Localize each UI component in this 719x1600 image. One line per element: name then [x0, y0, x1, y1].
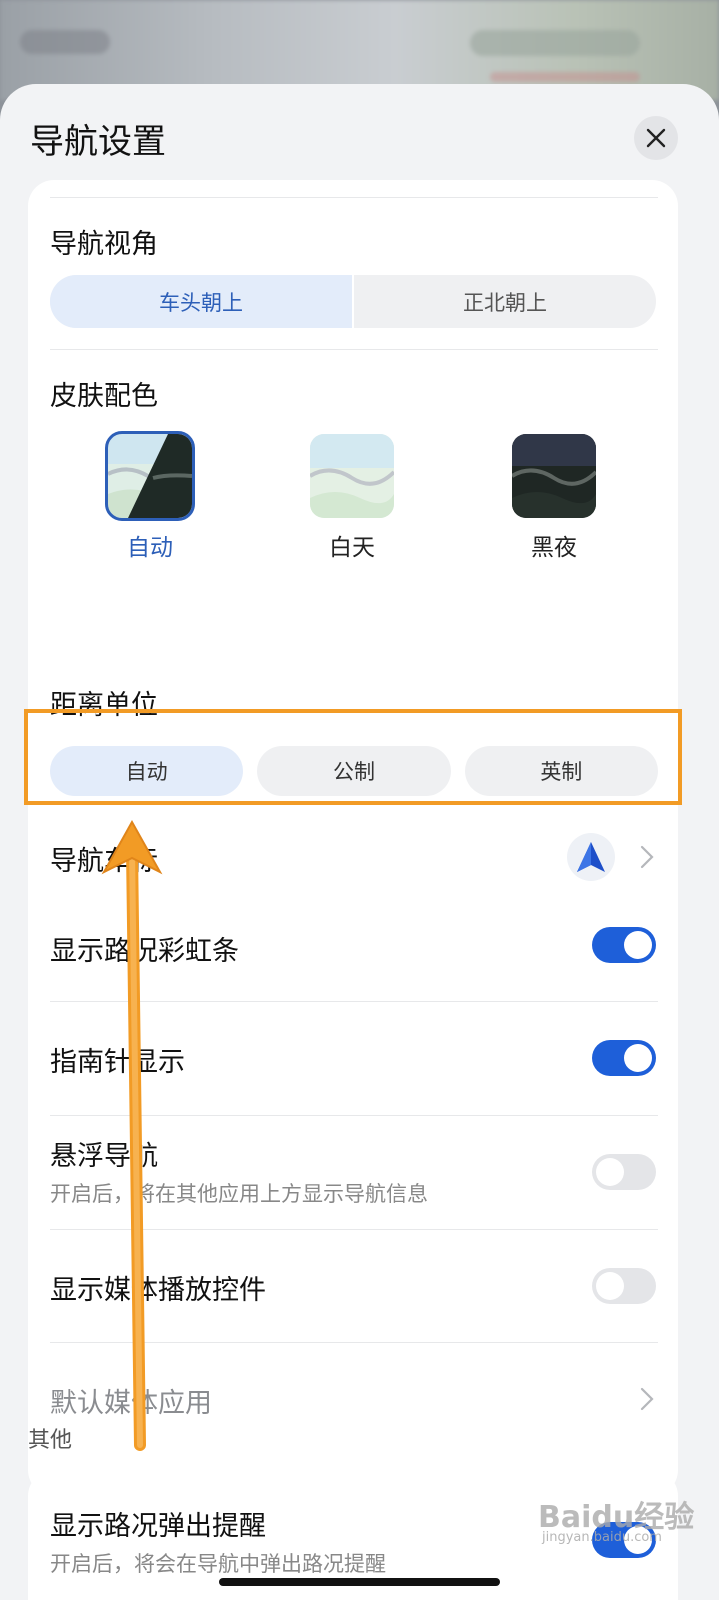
view-angle-option-heading-up[interactable]: 车头朝上: [50, 275, 352, 328]
skin-day-thumbnail: [310, 434, 394, 518]
skin-color-label: 皮肤配色: [50, 381, 158, 412]
floating-nav-label: 悬浮导航: [50, 1141, 158, 1172]
media-controls-label: 显示媒体播放控件: [50, 1275, 266, 1306]
chevron-right-icon: [640, 1387, 654, 1411]
home-indicator[interactable]: [219, 1578, 500, 1586]
toggle-knob: [596, 1158, 624, 1186]
sheet-header: 导航设置: [0, 84, 719, 184]
other-section-label: 其他: [28, 1428, 73, 1453]
map-auto-icon: [108, 434, 192, 518]
settings-sheet: 导航设置 导航视角 车头朝上 正北朝上 皮肤配色 自动 白天 黑夜 距离单位 自…: [0, 84, 719, 1600]
car-icon-row[interactable]: 导航车标: [28, 809, 678, 905]
close-icon: [646, 128, 666, 148]
default-media-app-label: 默认媒体应用: [50, 1388, 212, 1419]
sheet-title: 导航设置: [30, 122, 166, 162]
blue-arrow-icon: [577, 842, 605, 872]
skin-auto-label: 自动: [127, 535, 173, 561]
toggle-knob: [624, 1044, 652, 1072]
skin-auto-thumbnail: [105, 431, 195, 521]
watermark-url: jingyan.baidu.com: [542, 1530, 662, 1545]
traffic-popup-label: 显示路况弹出提醒: [50, 1511, 266, 1542]
skin-option-night[interactable]: 黑夜: [494, 434, 614, 562]
divider: [50, 197, 658, 198]
compass-label: 指南针显示: [50, 1047, 185, 1078]
floating-nav-description: 开启后，将在其他应用上方显示导航信息: [50, 1182, 428, 1206]
traffic-popup-description: 开启后，将会在导航中弹出路况提醒: [50, 1552, 386, 1576]
map-day-icon: [310, 434, 394, 518]
floating-nav-toggle[interactable]: [592, 1154, 656, 1190]
blurred-shape: [470, 30, 640, 56]
view-angle-option-north-up[interactable]: 正北朝上: [354, 275, 656, 328]
toggle-knob: [624, 931, 652, 959]
traffic-rainbow-toggle[interactable]: [592, 927, 656, 963]
blurred-shape: [490, 72, 640, 82]
skin-option-auto[interactable]: 自动: [90, 431, 210, 562]
view-angle-label: 导航视角: [50, 229, 158, 260]
highlight-box: [24, 709, 682, 805]
settings-card: 导航视角 车头朝上 正北朝上 皮肤配色 自动 白天 黑夜 距离单位 自动 公制 …: [28, 180, 678, 1496]
compass-row: 指南针显示: [28, 1002, 678, 1115]
car-icon-preview: [567, 833, 615, 881]
chevron-right-icon: [640, 845, 654, 869]
skin-day-label: 白天: [329, 535, 375, 561]
view-angle-segment: 车头朝上 正北朝上: [50, 275, 656, 328]
floating-nav-row: 悬浮导航 开启后，将在其他应用上方显示导航信息: [28, 1116, 678, 1229]
skin-option-day[interactable]: 白天: [292, 434, 412, 562]
watermark: Baidu经验 jingyan.baidu.com: [538, 1492, 708, 1552]
blurred-shape: [20, 30, 110, 54]
compass-toggle[interactable]: [592, 1040, 656, 1076]
traffic-rainbow-label: 显示路况彩虹条: [50, 936, 239, 967]
toggle-knob: [596, 1272, 624, 1300]
skin-night-label: 黑夜: [531, 535, 577, 561]
media-controls-toggle[interactable]: [592, 1268, 656, 1304]
default-media-app-row[interactable]: 默认媒体应用: [28, 1343, 678, 1455]
car-icon-label: 导航车标: [50, 846, 158, 877]
close-button[interactable]: [634, 116, 678, 160]
media-controls-row: 显示媒体播放控件: [28, 1230, 678, 1342]
divider: [50, 349, 658, 350]
map-night-icon: [512, 434, 596, 518]
skin-night-thumbnail: [512, 434, 596, 518]
